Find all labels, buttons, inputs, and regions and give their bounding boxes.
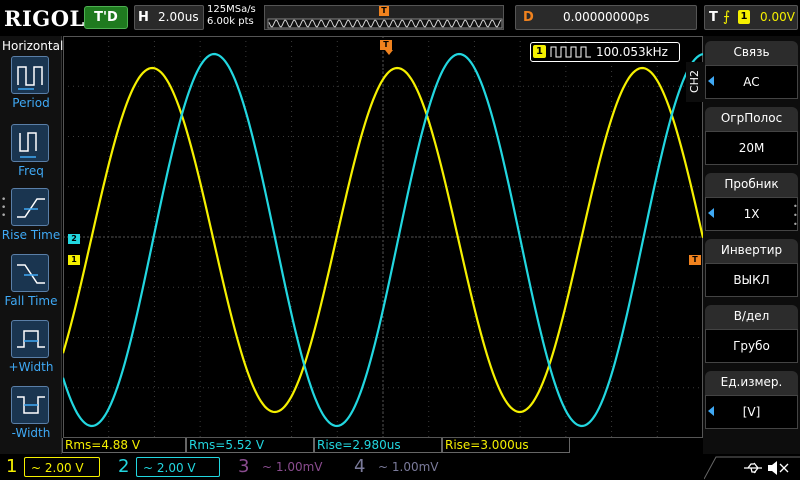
trigger-source: 1 [738,10,750,24]
frequency-counter-channel: 1 [533,45,546,58]
ch4-number[interactable]: 4 [354,455,365,479]
square-wave-icon [550,46,591,58]
measure-frequency[interactable]: Freq [0,124,62,186]
trigger-level: 0.00V [760,10,795,24]
graticule [63,36,703,438]
status-icons [704,456,800,480]
measurement-results: Rms=4.88 V Rms=5.52 V Rise=2.980us Rise=… [62,438,702,454]
acquisition-info: 125MSa/s 6.00k pts [207,4,256,28]
memory-depth: 6.00k pts [207,16,254,27]
trigger-edge-icon: ⨍ [723,9,731,25]
measure-fall-time[interactable]: Fall Time [0,254,62,316]
trigger-level-marker[interactable]: T [689,255,701,265]
ch2-number[interactable]: 2 [118,455,129,479]
run-state-indicator[interactable]: T'D [84,6,128,29]
left-arrow-icon [708,76,714,86]
ch2-scale[interactable]: ~ 2.00 V [136,457,220,477]
menu-invert[interactable]: Инвертир ВЫКЛ [705,239,798,301]
trigger-time-marker[interactable]: T [380,40,392,50]
ch1-offset-marker[interactable]: 1 [68,255,80,265]
menu-probe[interactable]: Пробник 1X [705,173,798,235]
result-ch2-rms: Rms=5.52 V [186,438,314,453]
page-dots-icon: • • • [793,202,798,229]
negative-width-icon [11,386,49,424]
menu-coupling-value: AC [705,65,798,99]
trigger-position-marker[interactable]: T [379,6,389,16]
channel-tab: CH2 [686,62,704,102]
result-ch1-rise: Rise=3.000us [442,438,570,453]
ch4-scale[interactable]: ~ 1.00mV [372,457,462,477]
menu-probe-label: Пробник [705,173,798,197]
menu-units-value: [V] [705,395,798,429]
measure-period-label: Period [12,96,50,110]
menu-bandwidth-limit-value: 20M [705,131,798,165]
menu-volts-div-label: В/дел [705,305,798,329]
waveform-canvas [63,36,703,438]
channel-status-bar: 1 ~ 2.00 V 2 ~ 2.00 V 3 ~ 1.00mV 4 ~ 1.0… [0,454,800,480]
ch3-number[interactable]: 3 [238,455,249,479]
frequency-counter-value: 100.053kHz [596,45,668,59]
measure-positive-width-label: +Width [8,360,54,374]
ch1-scale[interactable]: ~ 2.00 V [24,457,100,477]
menu-units[interactable]: Ед.измер. [V] [705,371,798,433]
menu-coupling[interactable]: Связь AC [705,41,798,103]
delay-value: 0.00000000ps [563,10,650,24]
menu-bandwidth-limit-label: ОгрПолос [705,107,798,131]
period-icon [11,56,49,94]
timebase-value: 2.00us [158,10,199,24]
ch1-number[interactable]: 1 [6,455,17,479]
menu-probe-value: 1X [705,197,798,231]
panel-title: Horizontal [2,39,64,53]
menu-invert-value: ВЫКЛ [705,263,798,297]
rise-time-icon [11,188,49,226]
result-ch2-rise: Rise=2.980us [314,438,442,453]
horizontal-measure-panel: Horizontal Period Freq • • • Rise Time Fal… [0,36,64,454]
measure-period[interactable]: Period [0,56,62,118]
menu-invert-label: Инвертир [705,239,798,263]
measure-rise-time-label: Rise Time [1,228,61,242]
positive-width-icon [11,320,49,358]
left-arrow-icon [708,208,714,218]
measure-rise-time[interactable]: Rise Time [0,188,62,250]
measure-positive-width[interactable]: +Width [0,320,62,382]
usb-icon [744,462,762,474]
fall-time-icon [11,254,49,292]
result-ch1-rms: Rms=4.88 V [62,438,186,453]
waveform-display[interactable] [63,36,703,438]
speaker-muted-icon [768,461,789,475]
left-arrow-icon [708,406,714,416]
menu-bandwidth-limit[interactable]: ОгрПолос 20M [705,107,798,169]
measure-negative-width[interactable]: -Width [0,386,62,448]
sample-rate: 125MSa/s [207,4,256,15]
frequency-icon [11,124,49,162]
menu-volts-div[interactable]: В/дел Грубо [705,305,798,367]
ch2-offset-marker[interactable]: 2 [68,234,80,244]
trigger-time-arrow-icon [385,50,393,55]
measure-frequency-label: Freq [18,164,44,178]
measure-fall-time-label: Fall Time [4,294,58,308]
menu-volts-div-value: Грубо [705,329,798,363]
ch3-scale[interactable]: ~ 1.00mV [256,457,346,477]
top-status-bar: RIGOL T'D H 2.00us 125MSa/s 6.00k pts T … [0,0,800,36]
menu-units-label: Ед.измер. [705,371,798,395]
menu-coupling-label: Связь [705,41,798,65]
delay-key: D [523,10,534,25]
trigger-key: T [709,10,718,25]
measure-negative-width-label: -Width [11,426,51,440]
rigol-logo: RIGOL [4,6,85,31]
timebase-key: H [138,10,149,25]
